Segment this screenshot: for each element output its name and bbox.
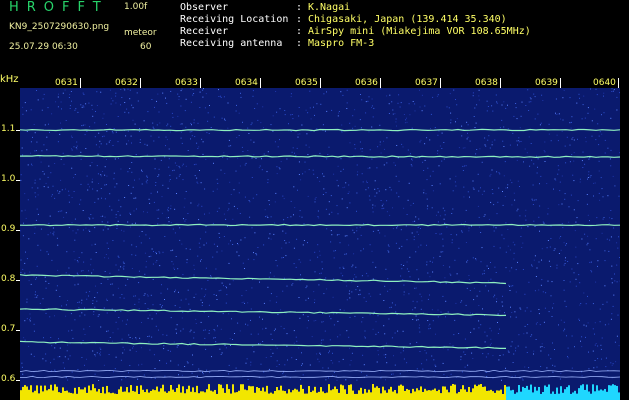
spectrogram-canvas xyxy=(20,88,620,400)
meta-colon: : xyxy=(296,2,303,13)
meta-colon: : xyxy=(296,38,303,49)
meta-value: Maspro FM-3 xyxy=(308,38,375,49)
meta-value: K.Nagai xyxy=(308,2,351,13)
y-tick-label: 1.1 xyxy=(1,124,16,134)
x-tick: 0636 xyxy=(355,78,381,88)
time-axis: 0631 0632 0633 0634 0635 0636 0637 0638 … xyxy=(0,78,629,92)
y-tick-label: 0.7 xyxy=(1,324,16,334)
version-label: 1.00f xyxy=(124,2,148,12)
meta-value: Chigasaki, Japan (139.414 35.340) xyxy=(308,14,507,25)
meta-value: AirSpy mini (Miakejima VOR 108.65MHz) xyxy=(308,26,531,37)
x-tick: 0639 xyxy=(535,78,561,88)
y-tick-mark xyxy=(16,380,20,381)
y-tick-label: 1.0 xyxy=(1,174,16,184)
y-tick-mark xyxy=(16,130,20,131)
hrofft-window: HROFFT 1.00f KN9_2507290630.png meteor 2… xyxy=(0,0,629,400)
spectrogram xyxy=(20,88,620,400)
y-tick-label: 0.9 xyxy=(1,224,16,234)
meta-key: Observer xyxy=(180,2,229,13)
y-tick-mark xyxy=(16,280,20,281)
meta-key: Receiving Location xyxy=(180,14,289,25)
x-tick: 0638 xyxy=(475,78,501,88)
app-brand: HROFFT xyxy=(9,0,109,15)
y-tick-label: 0.6 xyxy=(1,374,16,384)
count-label: 60 xyxy=(140,42,152,52)
x-tick: 0635 xyxy=(295,78,321,88)
x-tick: 0632 xyxy=(115,78,141,88)
x-tick: 0637 xyxy=(415,78,441,88)
datetime-label: 25.07.29 06:30 xyxy=(9,42,78,52)
y-tick-label: 0.8 xyxy=(1,274,16,284)
x-tick: 0634 xyxy=(235,78,261,88)
mode-label: meteor xyxy=(124,28,157,38)
x-tick: 0633 xyxy=(175,78,201,88)
meta-colon: : xyxy=(296,26,303,37)
meta-key: Receiving antenna xyxy=(180,38,283,49)
meta-key: Receiver xyxy=(180,26,229,37)
filename-label: KN9_2507290630.png xyxy=(9,22,110,32)
x-tick: 0631 xyxy=(55,78,81,88)
y-tick-mark xyxy=(16,180,20,181)
meta-colon: : xyxy=(296,14,303,25)
y-tick-mark xyxy=(16,230,20,231)
x-tick: 0640 xyxy=(593,78,619,88)
y-tick-mark xyxy=(16,330,20,331)
